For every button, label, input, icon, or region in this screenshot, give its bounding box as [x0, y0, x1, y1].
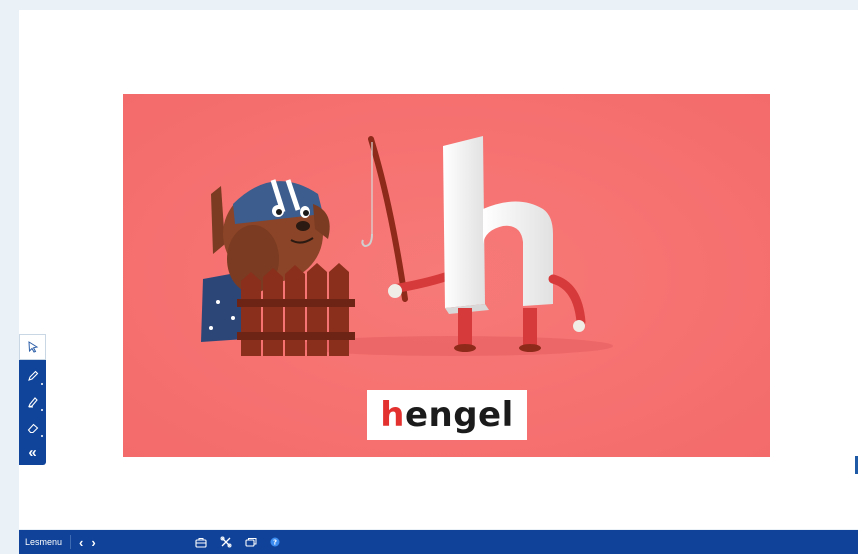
toolbox-icon[interactable] — [195, 537, 207, 548]
pen-tool-button[interactable] — [19, 363, 46, 389]
help-icon[interactable]: ? — [270, 537, 280, 547]
tool-palette: « — [19, 334, 46, 465]
bottom-toolbar: Lesmenu ‹ › ? — [19, 530, 858, 554]
previous-button[interactable]: ‹ — [79, 536, 83, 549]
eraser-icon — [27, 423, 38, 434]
screens-icon[interactable] — [245, 537, 257, 548]
double-chevron-left-icon: « — [28, 443, 37, 461]
bottom-icons: ? — [195, 536, 280, 548]
pen-icon — [27, 370, 38, 381]
collapse-toolbar-button[interactable]: « — [19, 441, 46, 463]
lesmenu-button[interactable]: Lesmenu — [25, 537, 62, 547]
highlighter-tool-button[interactable] — [19, 389, 46, 415]
eraser-tool-button[interactable] — [19, 415, 46, 441]
word-rest: engel — [404, 395, 514, 435]
lesson-image: h engel — [123, 94, 770, 457]
divider — [70, 535, 72, 549]
tools-icon[interactable] — [220, 536, 232, 548]
cursor-icon — [27, 341, 38, 353]
next-button[interactable]: › — [91, 536, 95, 549]
word-first-letter: h — [380, 395, 405, 435]
word-card: h engel — [367, 390, 527, 440]
highlighter-icon — [27, 397, 38, 408]
svg-text:?: ? — [273, 539, 277, 547]
tool-stack: « — [19, 360, 46, 465]
slide-canvas: h engel — [19, 10, 858, 529]
fence — [237, 263, 355, 356]
select-tool-button[interactable] — [19, 334, 46, 360]
